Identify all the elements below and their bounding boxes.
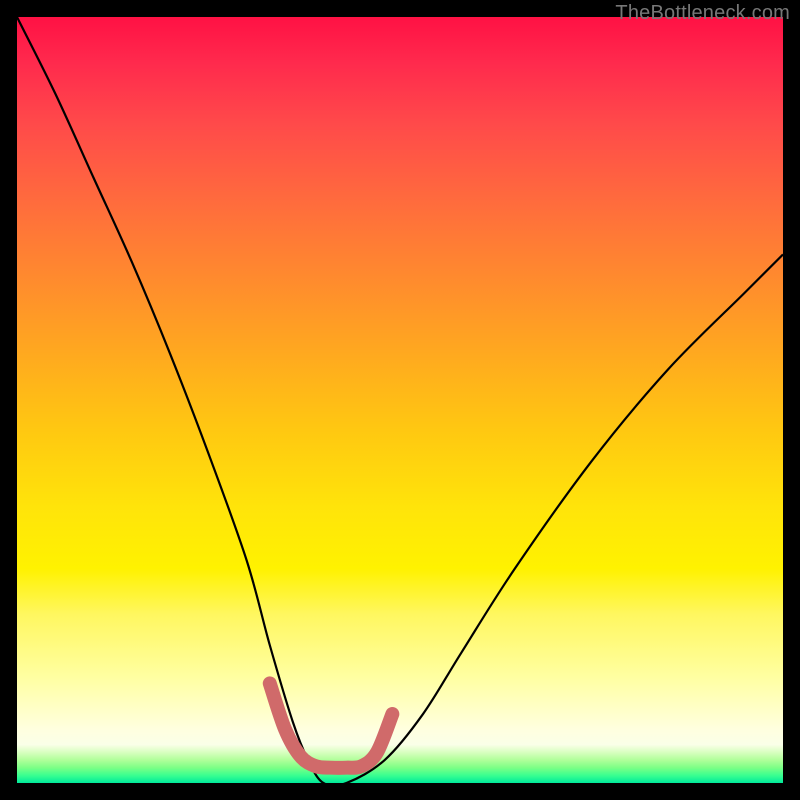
chart-container: TheBottleneck.com [0, 0, 800, 800]
chart-svg [17, 17, 783, 783]
optimal-range-marker [270, 683, 393, 767]
watermark-text: TheBottleneck.com [615, 2, 790, 25]
plot-area [17, 17, 783, 783]
bottleneck-curve [17, 17, 783, 783]
